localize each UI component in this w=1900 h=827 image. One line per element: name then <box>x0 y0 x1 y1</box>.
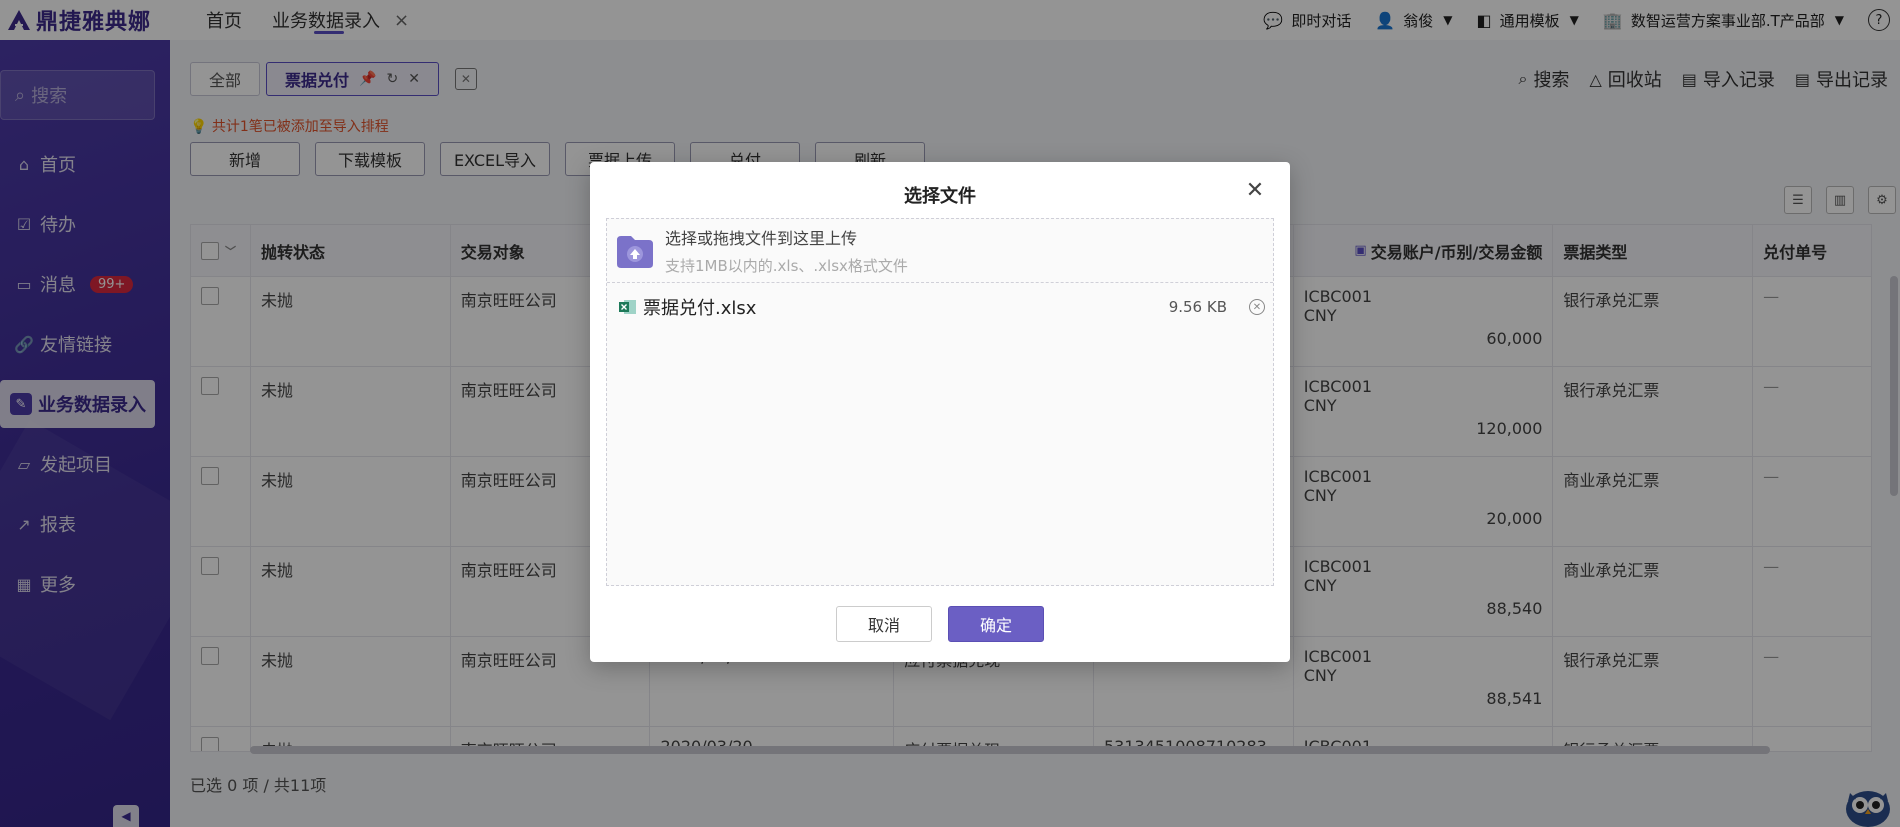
dialog-title: 选择文件 <box>904 186 976 207</box>
close-icon[interactable]: ✕ <box>1244 180 1266 202</box>
upload-folder-icon <box>615 232 655 270</box>
file-size: 9.56 KB <box>1168 298 1227 316</box>
cancel-button[interactable]: 取消 <box>836 606 932 642</box>
dropzone-sub-text: 支持1MB以内的.xls、.xlsx格式文件 <box>665 257 908 275</box>
uploaded-file-item: 票据兑付.xlsx 9.56 KB ✕ <box>619 295 1265 319</box>
excel-file-icon <box>619 299 637 315</box>
upload-area[interactable]: 选择或拖拽文件到这里上传 支持1MB以内的.xls、.xlsx格式文件 <box>607 219 1273 283</box>
select-file-dialog: 选择文件 ✕ 选择或拖拽文件到这里上传 支持1MB以内的.xls、.xlsx格式… <box>590 162 1290 662</box>
file-dropzone[interactable]: 选择或拖拽文件到这里上传 支持1MB以内的.xls、.xlsx格式文件 票据兑付… <box>606 218 1274 586</box>
file-name: 票据兑付.xlsx <box>643 298 757 319</box>
dropzone-main-text: 选择或拖拽文件到这里上传 <box>665 229 858 248</box>
dialog-actions: 取消 确定 <box>590 606 1290 642</box>
remove-file-icon[interactable]: ✕ <box>1249 299 1265 315</box>
confirm-button[interactable]: 确定 <box>948 606 1044 642</box>
